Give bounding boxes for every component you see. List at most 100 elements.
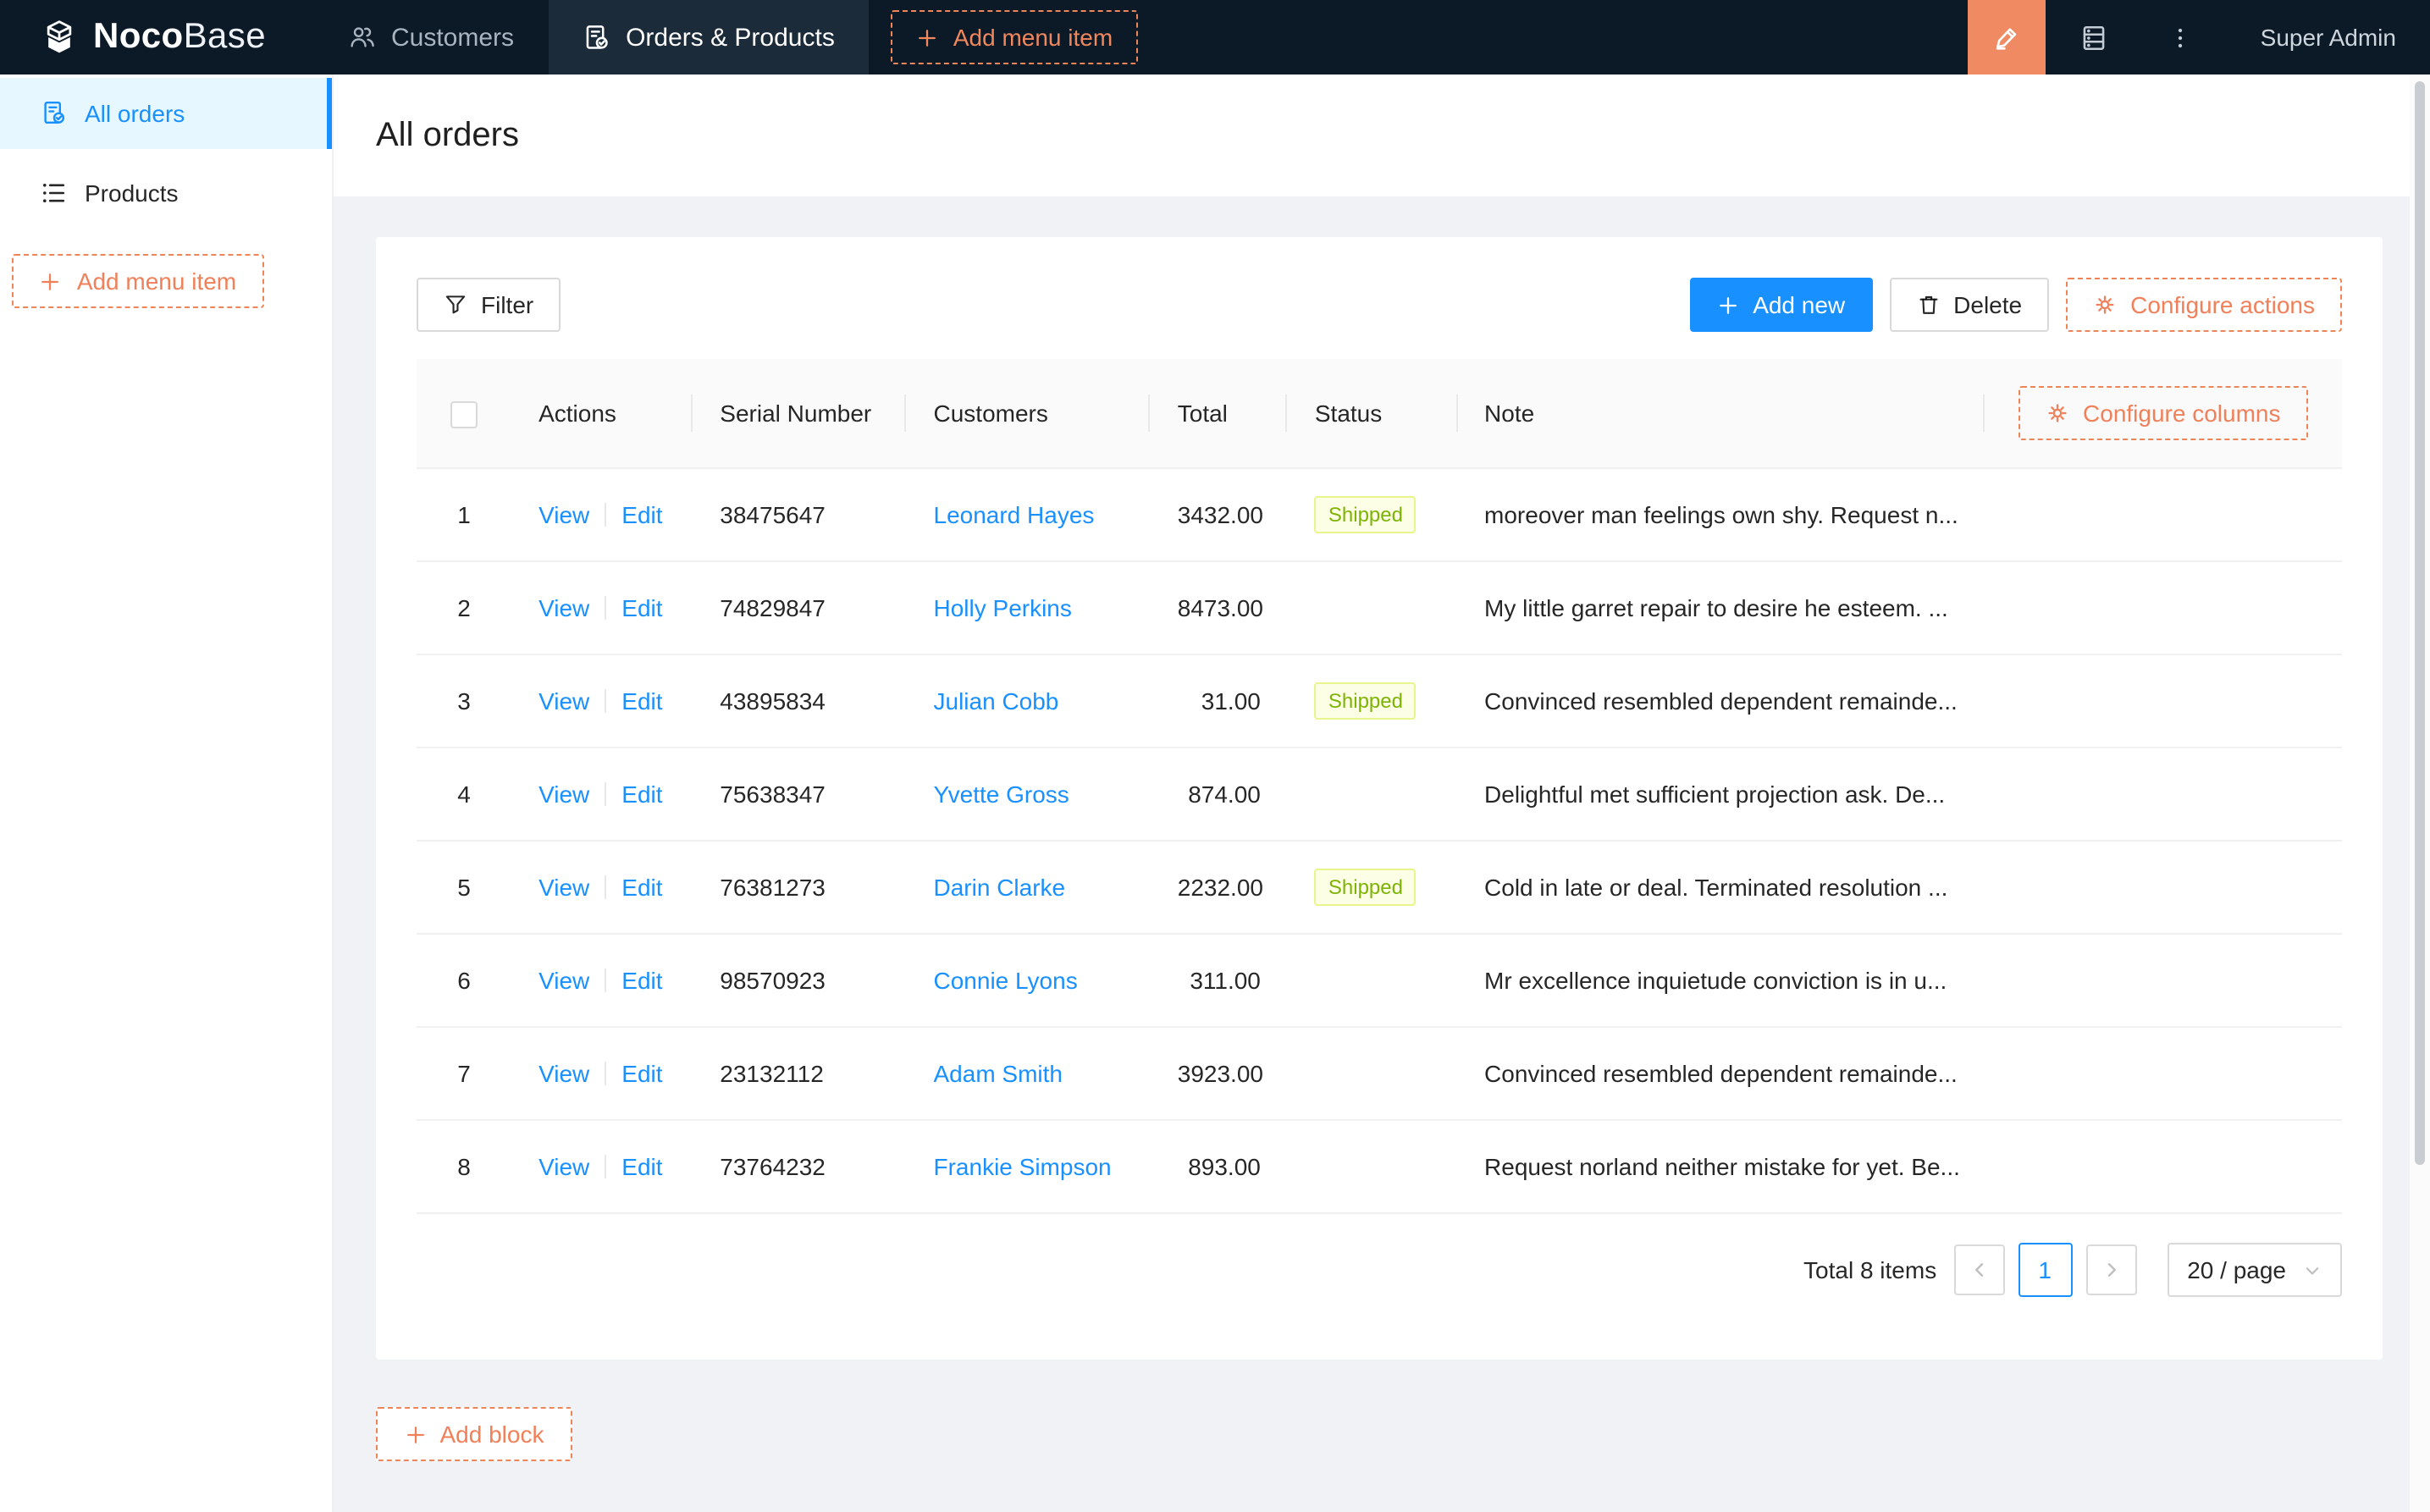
row-spacer-cell [1984,934,2342,1028]
row-actions-cell: View Edit [511,1120,693,1214]
row-actions-cell: View Edit [511,934,693,1028]
ui-editor-button[interactable] [1967,0,2046,74]
sidebar-item-products[interactable]: Products [0,157,332,229]
view-link[interactable]: View [538,967,589,994]
collections-button[interactable] [2046,0,2144,74]
navbar-add-menu-item-button[interactable]: Add menu item [890,10,1139,64]
customer-cell: Leonard Hayes [906,468,1151,562]
view-link[interactable]: View [538,594,589,621]
pagination-total: Total 8 items [1803,1256,1937,1283]
table-row: 3 View Edit 43895834 Julian Cobb 31.00 Sh… [417,654,2342,748]
customer-link[interactable]: Adam Smith [934,1060,1063,1087]
total-cell: 2232.00 [1150,841,1288,935]
page-number-1[interactable]: 1 [2018,1243,2073,1297]
table-header-row: Actions Serial Number Customers Total St… [417,359,2342,469]
customer-link[interactable]: Julian Cobb [934,687,1059,715]
filter-button[interactable]: Filter [417,278,561,332]
list-icon [41,179,68,207]
nocobase-logo[interactable]: NocoBase [0,17,315,58]
note-cell: Convinced resembled dependent remainde..… [1457,654,1985,748]
edit-link[interactable]: Edit [621,687,662,715]
add-new-button[interactable]: Add new [1690,278,1873,332]
edit-link[interactable]: Edit [621,1060,662,1087]
database-icon [2080,23,2109,52]
serial-number-cell: 43895834 [693,654,907,748]
row-index: 6 [457,967,471,994]
edit-link[interactable]: Edit [621,501,662,528]
serial-number-cell: 76381273 [693,841,907,935]
status-cell: Shipped [1287,841,1458,935]
note-cell: My little garret repair to desire he est… [1457,561,1985,655]
navbar-right: Super Admin [1967,0,2430,74]
vertical-dots-icon [2168,25,2194,50]
row-index: 5 [457,874,471,901]
add-block-button[interactable]: Add block [376,1407,572,1461]
row-index: 2 [457,594,471,621]
column-header-serial-number: Serial Number [693,359,907,469]
tab-orders-products[interactable]: Orders & Products [548,0,869,74]
order-form-icon [41,100,68,127]
table-row: 8 View Edit 73764232 Frankie Simpson 893.… [417,1120,2342,1214]
customer-cell: Darin Clarke [906,841,1151,935]
next-page-button[interactable] [2085,1244,2137,1295]
configure-columns-button[interactable]: Configure columns [2019,386,2308,440]
configure-actions-button[interactable]: Configure actions [2066,278,2342,332]
sidebar-item-all-orders[interactable]: All orders [0,78,332,149]
row-actions-cell: View Edit [511,561,693,655]
edit-link[interactable]: Edit [621,1153,662,1180]
current-user[interactable]: Super Admin [2261,24,2396,51]
sidebar-add-menu-item-button[interactable]: Add menu item [12,254,264,308]
view-link[interactable]: View [538,687,589,715]
row-spacer-cell [1984,1120,2342,1214]
row-index: 4 [457,781,471,808]
customer-link[interactable]: Darin Clarke [934,874,1066,901]
trash-icon [1916,293,1940,317]
gear-icon [2046,401,2069,425]
row-spacer-cell [1984,654,2342,748]
select-all-checkbox[interactable] [450,400,478,428]
action-divider [605,875,607,899]
view-link[interactable]: View [538,781,589,808]
customer-link[interactable]: Leonard Hayes [934,501,1095,528]
page-title: All orders [376,116,519,153]
sidebar-item-label: Products [85,179,179,207]
row-actions-cell: View Edit [511,1027,693,1121]
tab-customers[interactable]: Customers [315,0,548,74]
view-link[interactable]: View [538,874,589,901]
customer-cell: Frankie Simpson [906,1120,1151,1214]
status-cell [1287,1120,1458,1214]
delete-button[interactable]: Delete [1889,278,2050,332]
row-spacer-cell [1984,561,2342,655]
orders-table: Actions Serial Number Customers Total St… [417,359,2342,1214]
row-index-cell: 4 [417,748,512,842]
row-index-cell: 2 [417,561,512,655]
customer-cell: Connie Lyons [906,934,1151,1028]
serial-number-cell: 98570923 [693,934,907,1028]
edit-link[interactable]: Edit [621,781,662,808]
view-link[interactable]: View [538,1153,589,1180]
row-index: 3 [457,687,471,715]
customer-link[interactable]: Yvette Gross [934,781,1069,808]
row-spacer-cell [1984,468,2342,562]
view-link[interactable]: View [538,501,589,528]
row-index: 7 [457,1060,471,1087]
edit-link[interactable]: Edit [621,967,662,994]
view-link[interactable]: View [538,1060,589,1087]
status-badge: Shipped [1314,682,1417,720]
prev-page-button[interactable] [1953,1244,2005,1295]
scrollbar-thumb[interactable] [2415,81,2425,1165]
row-actions-cell: View Edit [511,841,693,935]
gear-icon [2093,293,2117,317]
edit-link[interactable]: Edit [621,874,662,901]
customer-link[interactable]: Frankie Simpson [934,1153,1112,1180]
row-spacer-cell [1984,841,2342,935]
row-spacer-cell [1984,748,2342,842]
page-size-select[interactable]: 20 / page [2167,1243,2342,1297]
more-menu-button[interactable] [2144,0,2218,74]
tab-label: Customers [391,23,515,52]
edit-link[interactable]: Edit [621,594,662,621]
customer-link[interactable]: Holly Perkins [934,594,1072,621]
vertical-scrollbar[interactable] [2410,74,2430,1512]
customer-link[interactable]: Connie Lyons [934,967,1078,994]
plus-icon [405,1423,427,1445]
